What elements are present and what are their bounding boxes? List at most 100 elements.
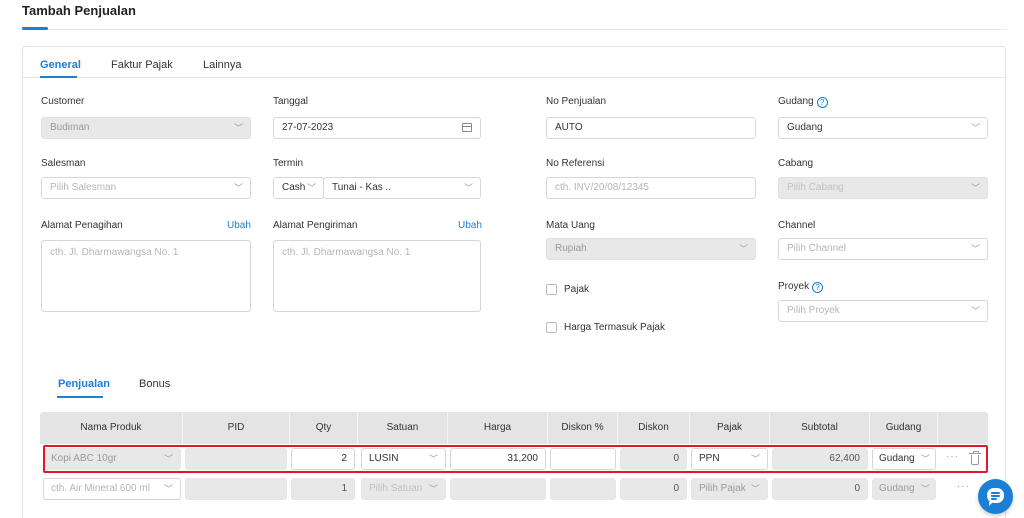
- column-header: PID: [183, 412, 290, 444]
- cabang-label: Cabang: [778, 158, 814, 169]
- chat-icon: [987, 488, 1004, 506]
- chevron-down-icon: ﹀: [920, 484, 930, 494]
- channel-select[interactable]: Pilih Channel ﹀: [778, 238, 988, 260]
- no-referensi-placeholder: cth. INV/20/08/12345: [555, 182, 649, 193]
- gudang-select[interactable]: Gudang ﹀: [778, 117, 988, 139]
- alamat-penagihan-label: Alamat Penagihan: [41, 220, 123, 231]
- no-referensi-input[interactable]: cth. INV/20/08/12345: [546, 177, 756, 199]
- title-divider: [22, 29, 1006, 30]
- proyek-label: Proyek?: [778, 281, 824, 293]
- termin-type-value: Cash: [282, 182, 306, 193]
- highlight-box: [43, 445, 988, 473]
- chevron-down-icon: ﹀: [233, 123, 243, 133]
- mata-uang-label: Mata Uang: [546, 220, 595, 231]
- chevron-down-icon: ﹀: [970, 306, 980, 316]
- termin-account-select[interactable]: Tunai - Kas .. ﹀: [323, 177, 481, 199]
- page-title: Tambah Penjualan: [22, 3, 136, 18]
- row2-satuan-select[interactable]: Pilih Satuan ﹀: [361, 478, 446, 500]
- row2-diskon-input[interactable]: 0: [620, 478, 687, 500]
- tab-general-underline: [40, 76, 77, 78]
- row2-harga-input[interactable]: [450, 478, 546, 500]
- alamat-pengiriman-textarea[interactable]: cth. Jl. Dharmawangsa No. 1: [273, 240, 481, 312]
- chevron-down-icon: ﹀: [428, 484, 438, 494]
- no-penjualan-value: AUTO: [555, 122, 583, 133]
- mata-uang-value: Rupiah: [555, 243, 587, 254]
- salesman-label: Salesman: [41, 158, 86, 169]
- alamat-penagihan-placeholder: cth. Jl. Dharmawangsa No. 1: [50, 247, 179, 258]
- customer-label: Customer: [41, 96, 85, 107]
- alamat-penagihan-ubah-link[interactable]: Ubah: [227, 220, 251, 231]
- row2-qty-input[interactable]: 1: [291, 478, 355, 500]
- termin-label: Termin: [273, 158, 304, 169]
- termin-account-value: Tunai - Kas ..: [332, 182, 392, 193]
- harga-termasuk-pajak-label: Harga Termasuk Pajak: [564, 322, 665, 333]
- chevron-down-icon: ﹀: [463, 183, 473, 193]
- salesman-placeholder: Pilih Salesman: [50, 182, 117, 193]
- chat-button[interactable]: [978, 479, 1013, 514]
- cabang-placeholder: Pilih Cabang: [787, 182, 844, 193]
- tab-lainnya[interactable]: Lainnya: [203, 59, 242, 71]
- row2-gudang-value: Gudang: [879, 483, 915, 494]
- mata-uang-select[interactable]: Rupiah ﹀: [546, 238, 756, 260]
- column-header: Diskon: [618, 412, 690, 444]
- chevron-down-icon: ﹀: [970, 183, 980, 193]
- calendar-icon[interactable]: [462, 123, 472, 132]
- harga-termasuk-pajak-checkbox[interactable]: [546, 322, 557, 333]
- alamat-pengiriman-placeholder: cth. Jl. Dharmawangsa No. 1: [282, 247, 411, 258]
- cabang-select[interactable]: Pilih Cabang ﹀: [778, 177, 988, 199]
- column-header: Pajak: [690, 412, 770, 444]
- column-header: Subtotal: [770, 412, 870, 444]
- salesman-select[interactable]: Pilih Salesman ﹀: [41, 177, 251, 199]
- subtab-penjualan[interactable]: Penjualan: [58, 378, 110, 390]
- customer-value: Budiman: [50, 122, 90, 133]
- gudang-label-text: Gudang: [778, 96, 814, 107]
- termin-type-select[interactable]: Cash ﹀: [273, 177, 324, 199]
- column-header: Gudang: [870, 412, 938, 444]
- channel-label: Channel: [778, 220, 816, 231]
- title-accent-bar: [22, 27, 48, 30]
- no-referensi-label: No Referensi: [546, 158, 605, 169]
- row2-diskon-pct-input[interactable]: [550, 478, 616, 500]
- row2-produk-placeholder: cth. Air Mineral 600 ml: [51, 483, 150, 494]
- row2-pajak-select[interactable]: Pilih Pajak ﹀: [691, 478, 768, 500]
- proyek-label-text: Proyek: [778, 281, 810, 292]
- tab-general[interactable]: General: [40, 59, 81, 71]
- no-penjualan-input[interactable]: AUTO: [546, 117, 756, 139]
- gudang-value: Gudang: [787, 122, 823, 133]
- proyek-placeholder: Pilih Proyek: [787, 305, 840, 316]
- help-circle-icon[interactable]: ?: [816, 97, 828, 108]
- customer-select[interactable]: Budiman ﹀: [41, 117, 251, 139]
- chevron-down-icon: ﹀: [750, 484, 760, 494]
- alamat-penagihan-textarea[interactable]: cth. Jl. Dharmawangsa No. 1: [41, 240, 251, 312]
- proyek-select[interactable]: Pilih Proyek ﹀: [778, 300, 988, 322]
- column-header: Harga: [448, 412, 548, 444]
- tanggal-value: 27-07-2023: [282, 122, 334, 133]
- tanggal-label: Tanggal: [273, 96, 309, 107]
- row2-pajak-placeholder: Pilih Pajak: [699, 483, 746, 494]
- row2-produk-select[interactable]: cth. Air Mineral 600 ml ﹀: [43, 478, 181, 500]
- row2-gudang-select[interactable]: Gudang ﹀: [872, 478, 936, 500]
- tanggal-date-input[interactable]: 27-07-2023: [273, 117, 481, 139]
- pajak-checkbox[interactable]: [546, 284, 557, 295]
- subtab-penjualan-underline: [57, 396, 103, 398]
- chevron-down-icon: ﹀: [163, 484, 173, 494]
- table-header: Nama Produk PID Qty Satuan Harga Diskon …: [40, 412, 988, 444]
- column-header: Nama Produk: [40, 412, 183, 444]
- gudang-label: Gudang?: [778, 96, 828, 108]
- row2-subtotal-cell: 0: [772, 478, 868, 500]
- channel-placeholder: Pilih Channel: [787, 243, 846, 254]
- column-header: Diskon %: [548, 412, 618, 444]
- tabs-divider: [23, 77, 1005, 78]
- row2-satuan-placeholder: Pilih Satuan: [369, 483, 423, 494]
- column-header: Qty: [290, 412, 358, 444]
- alamat-pengiriman-ubah-link[interactable]: Ubah: [458, 220, 482, 231]
- help-circle-icon[interactable]: ?: [812, 282, 824, 293]
- chevron-down-icon: ﹀: [233, 183, 243, 193]
- chevron-down-icon: ﹀: [738, 244, 748, 254]
- chevron-down-icon: ﹀: [306, 183, 316, 193]
- chevron-down-icon: ﹀: [970, 244, 980, 254]
- tab-faktur-pajak[interactable]: Faktur Pajak: [111, 59, 173, 71]
- column-header: Satuan: [358, 412, 448, 444]
- more-horizontal-icon[interactable]: ···: [957, 481, 970, 492]
- subtab-bonus[interactable]: Bonus: [139, 378, 170, 390]
